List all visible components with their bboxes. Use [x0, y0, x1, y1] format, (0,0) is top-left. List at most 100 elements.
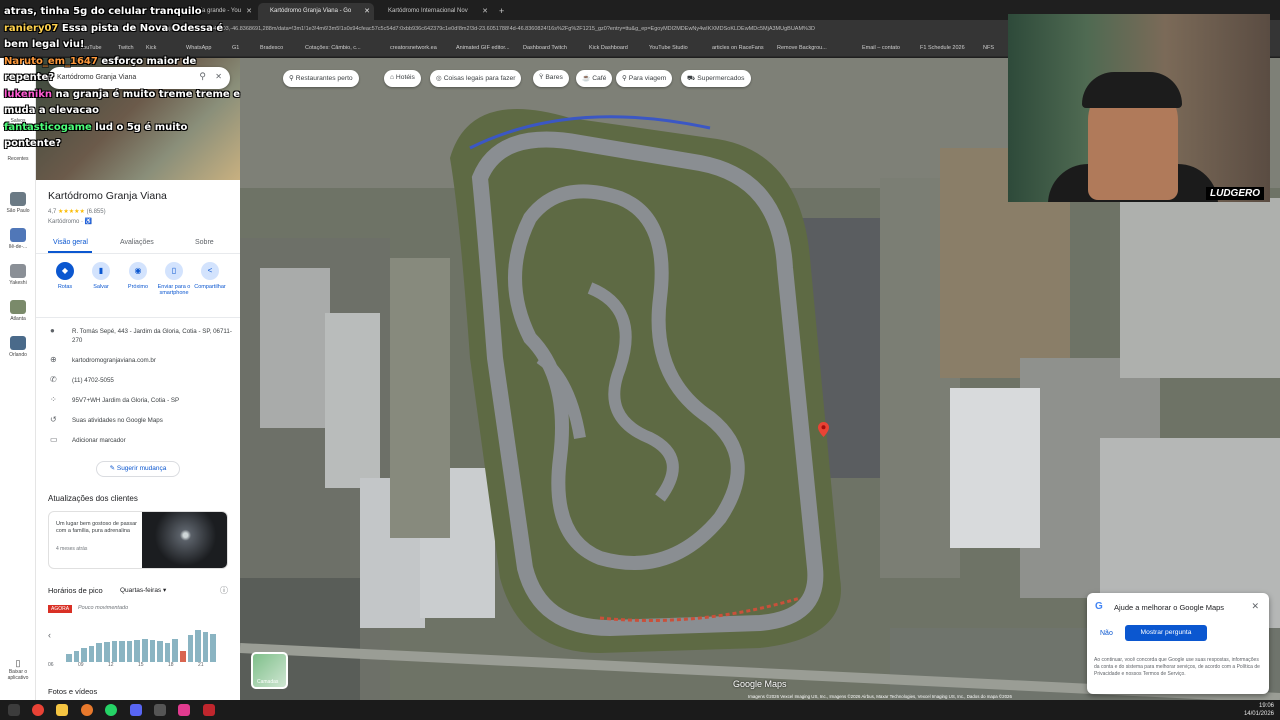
bookmark-item[interactable]: articles on RaceFans — [712, 45, 764, 51]
peak-bar[interactable] — [81, 647, 87, 662]
peak-bar[interactable] — [180, 650, 186, 662]
chip-hotels[interactable]: ⌂ Hotéis — [384, 70, 421, 87]
peak-bar[interactable] — [195, 629, 201, 662]
no-button[interactable]: Não — [1100, 630, 1113, 637]
browser-tab-active[interactable]: Kartódromo Granja Viana - Go ✕ — [258, 3, 374, 20]
save-button[interactable]: ▮ Salvar — [83, 262, 119, 290]
peak-bar[interactable] — [172, 639, 178, 662]
chip-things-to-do[interactable]: ◎ Coisas legais para fazer — [430, 70, 522, 87]
chip-restaurants[interactable]: ⚲ Restaurantes perto — [283, 70, 359, 87]
close-icon[interactable]: ✕ — [482, 7, 488, 15]
map-pin-icon[interactable] — [818, 422, 829, 437]
tick-label: 18 — [168, 662, 174, 668]
browser-tab[interactable]: Kartódromo Internacional Nov ✕ — [376, 3, 492, 20]
clock-time: 19:06 — [1258, 703, 1274, 709]
bookmark-item[interactable]: Kick Dashboard — [589, 45, 628, 51]
tab-about[interactable]: Sobre — [195, 239, 214, 246]
bookmark-item[interactable]: Remove Backgrou... — [777, 45, 827, 51]
peak-bar[interactable] — [134, 639, 140, 662]
peak-bar[interactable] — [111, 641, 118, 662]
bookmark-item[interactable]: NFS — [983, 45, 994, 51]
phone-icon: ✆ — [50, 375, 57, 384]
new-tab-icon[interactable]: + — [494, 3, 510, 20]
chevron-left-icon[interactable]: ‹ — [48, 630, 51, 640]
close-icon[interactable]: ✕ — [246, 7, 252, 15]
peak-bar[interactable] — [187, 634, 194, 662]
url-field[interactable]: …/Granja+Viana/@-23.6049703,-46.8368691,… — [150, 26, 815, 32]
bookmark-item[interactable]: YouTube Studio — [649, 45, 688, 51]
obs-icon[interactable] — [154, 704, 166, 716]
peak-bar[interactable] — [202, 631, 209, 662]
peak-bar[interactable] — [164, 643, 171, 662]
plus-code-text: 95V7+WH Jardim da Gloria, Cotia - SP — [72, 397, 180, 404]
peak-bar[interactable] — [210, 633, 216, 662]
update-date: 4 meses atrás — [56, 546, 88, 552]
close-icon[interactable]: ✕ — [1251, 601, 1259, 612]
help-icon[interactable]: ⓘ — [220, 585, 228, 596]
share-button[interactable]: < Compartilhar — [192, 262, 228, 290]
bookmark-item[interactable]: Email – contato — [862, 45, 900, 51]
close-icon[interactable]: ✕ — [364, 7, 370, 15]
peak-bar[interactable] — [142, 639, 148, 662]
download-app-button[interactable]: ▯ Baixar o aplicativo — [4, 658, 32, 681]
folder-icon[interactable] — [56, 704, 68, 716]
app-icon[interactable] — [81, 704, 93, 716]
show-question-button[interactable]: Mostrar pergunta — [1125, 625, 1207, 641]
peak-bar[interactable] — [96, 643, 102, 662]
thumbnail — [10, 264, 26, 278]
whatsapp-icon[interactable] — [105, 704, 117, 716]
tick-label: 09 — [78, 662, 84, 668]
peak-bar[interactable] — [149, 639, 156, 662]
peak-bar[interactable] — [73, 650, 80, 662]
rating-row[interactable]: 4,7 ★★★★★ (6.855) — [48, 208, 106, 215]
bookmark-item[interactable]: Dashboard Twitch — [523, 45, 567, 51]
tab-overview[interactable]: Visão geral — [53, 239, 88, 246]
start-icon[interactable] — [8, 704, 20, 716]
bookmark-item[interactable]: Cotações: Câmbio, c... — [305, 45, 361, 51]
bookmark-item[interactable]: Animated GIF editor... — [456, 45, 510, 51]
tab-reviews[interactable]: Avaliações — [120, 239, 154, 246]
rail-label: Orlando — [9, 352, 27, 358]
map-attribution: Imagens ©2026 Vexcel Imaging US, Inc., I… — [748, 694, 1012, 699]
suggest-edit-button[interactable]: ✎ Sugerir mudança — [96, 461, 180, 477]
nearby-button[interactable]: ◉ Próximo — [120, 262, 156, 290]
app-icon[interactable] — [203, 704, 215, 716]
rail-item-yakeshi[interactable]: Yakeshi — [4, 264, 32, 286]
chip-cafe[interactable]: ☕ Café — [576, 70, 613, 87]
chrome-icon[interactable] — [32, 704, 44, 716]
rail-label: Ilê-de-... — [8, 244, 28, 250]
directions-button[interactable]: ◆ Rotas — [47, 262, 83, 290]
update-card[interactable]: Um lugar bem gostoso de passar com a fam… — [48, 511, 228, 569]
peak-bar[interactable] — [126, 641, 133, 662]
layers-button[interactable]: Camadas — [251, 652, 288, 689]
bookmark-item[interactable]: Bradesco — [260, 45, 283, 51]
system-clock[interactable]: 19:06 14/01/2026 — [1244, 702, 1274, 718]
day-dropdown[interactable]: Quartas-feiras ▾ — [120, 586, 166, 594]
send-to-phone-button[interactable]: ▯ Enviar para o smartphone — [156, 262, 192, 296]
rail-item-atlanta[interactable]: Atlanta — [4, 300, 32, 322]
rail-item-recents[interactable]: Recentes — [4, 156, 32, 162]
peak-bar[interactable] — [104, 642, 110, 662]
peak-bar[interactable] — [66, 653, 72, 662]
place-panel: Kartódromo Granja Viana ⚲ ✕ Kartódromo G… — [36, 58, 240, 700]
app-icon[interactable] — [178, 704, 190, 716]
bookmark-item[interactable]: creatorsnetwork.ea — [390, 45, 437, 51]
rail-item-sao-paulo[interactable]: São Paulo — [4, 192, 32, 214]
discord-icon[interactable] — [130, 704, 142, 716]
thumbnail — [10, 300, 26, 314]
chip-takeout[interactable]: ⚲ Para viagem — [616, 70, 673, 87]
chip-supermarkets[interactable]: ⛟ Supermercados — [681, 70, 751, 87]
peak-bar[interactable] — [119, 641, 125, 662]
chip-bars[interactable]: Ỳ Bares — [533, 70, 569, 87]
chat-username: raniery07 — [4, 22, 59, 34]
thumbnail — [10, 336, 26, 350]
tab-title: Kartódromo Internacional Nov — [388, 8, 468, 14]
bookmark-item[interactable]: F1 Schedule 2026 — [920, 45, 965, 51]
rail-item-ile-de[interactable]: Ilê-de-... — [4, 228, 32, 250]
tick-label: 21 — [198, 662, 204, 668]
tick-label: 12 — [108, 662, 114, 668]
rail-item-orlando[interactable]: Orlando — [4, 336, 32, 358]
peak-bar[interactable] — [157, 641, 163, 662]
peak-bar[interactable] — [88, 646, 95, 662]
chat-message: fantasticogame lud o 5g é muito pontente… — [4, 120, 244, 153]
